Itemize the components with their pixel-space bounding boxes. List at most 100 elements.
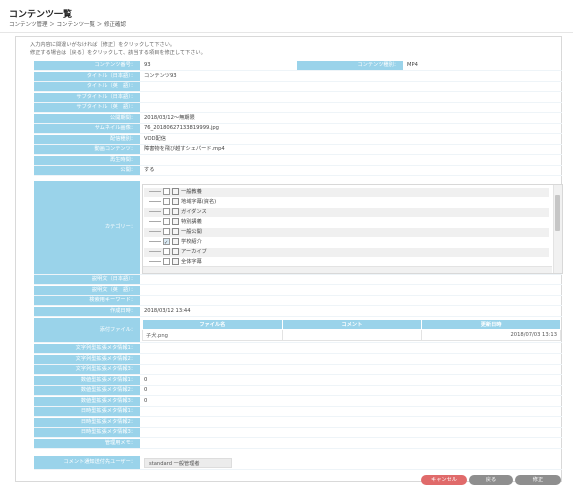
label-num-meta1: 数値型拡張メタ情報1： [34,375,140,385]
row-desc-en: 説明文（英 語）： [34,285,562,296]
attachments-table: ファイル名 コメント 更新日時 子犬.png 2018/07/03 13:13 [142,319,561,341]
row-play-time: 再生時間： [34,155,562,166]
cell-comment [281,329,423,341]
folder-icon [172,188,179,195]
value-num-meta2: 0 [144,387,148,393]
label-num-meta2: 数値型拡張メタ情報2： [34,386,140,396]
scrollbar-thumb[interactable] [555,195,560,231]
label-date-meta3: 日時型拡張メタ情報3： [34,428,140,438]
label-date-meta1: 日時型拡張メタ情報1： [34,407,140,417]
label-content-type: コンテンツ種別： [297,61,403,71]
value-video: 障害物を飛び越すシェパード.mp4 [144,146,225,152]
label-str-meta2: 文字列型拡張メタ情報2： [34,354,140,364]
checkbox[interactable] [163,208,170,215]
row-thumbnail: サムネイル画像： 76_20180627133819999.jpg [34,124,562,135]
label-video: 動画コンテンツ： [34,145,140,155]
row-content-number: コンテンツ番号： 93 コンテンツ種別： MP4 [34,61,562,72]
col-filename: ファイル名 [142,319,283,330]
table-header-row: ファイル名 コメント 更新日時 [142,319,561,330]
value-num-meta1: 0 [144,376,148,383]
row-publish: 公開： する [34,166,562,177]
cancel-button[interactable]: キャンセル [421,475,467,485]
value-period: 2018/03/12～無期限 [144,114,195,121]
label-str-meta3: 文字列型拡張メタ情報3： [34,365,140,375]
folder-icon [172,258,179,265]
instruction-line-1: 入力内容に間違いがなければ［修正］をクリックして下さい。 [30,42,176,48]
row-str-meta1: 文字列型拡張メタ情報1： [34,344,562,355]
label-title-en: タイトル（英 語）： [34,82,140,92]
folder-icon [172,208,179,215]
page-title: コンテンツ一覧 [9,10,73,20]
col-updated: 更新日時 [421,319,561,330]
comment-user-chip: standard 一般管理者 [144,458,232,468]
checkbox-checked[interactable]: ✓ [163,238,170,246]
row-admin-memo: 管理用メモ： [34,438,562,449]
breadcrumb: コンテンツ管理 ＞ コンテンツ一覧 ＞ 修正確認 [9,22,126,28]
checkbox[interactable] [163,228,170,235]
value-delivery: VOD配信 [144,135,166,142]
folder-icon [172,198,179,205]
checkbox[interactable] [163,258,170,265]
row-subtitle-ja: サブタイトル（日本語）： [34,92,562,103]
row-subtitle-en: サブタイトル（英 語）： [34,103,562,114]
row-date-meta2: 日時型拡張メタ情報2： [34,417,562,428]
row-num-meta1: 数値型拡張メタ情報1： 0 [34,375,562,386]
row-title-en: タイトル（英 語）： [34,82,562,93]
row-desc-ja: 説明文（日本語）： [34,275,562,286]
value-num-meta3: 0 [144,397,148,404]
edit-button[interactable]: 修正 [515,475,561,485]
label-publish: 公開： [34,166,140,176]
value-content-number: 93 [144,62,151,68]
label-play-time: 再生時間： [34,155,140,165]
row-num-meta2: 数値型拡張メタ情報2： 0 [34,386,562,397]
row-date-meta1: 日時型拡張メタ情報1： [34,407,562,418]
back-button[interactable]: 戻る [469,475,513,485]
category-item[interactable]: 地域字幕(資名) [149,198,216,207]
vertical-scrollbar[interactable] [553,185,562,273]
category-item[interactable]: 一般教養 [149,188,202,197]
label-admin-memo: 管理用メモ： [34,438,140,448]
label-str-meta1: 文字列型拡張メタ情報1： [34,344,140,354]
category-tree[interactable]: 一般教養 地域字幕(資名) ガイダンス 特別講義 一般公開 ✓ 学校紹介 アーカイ… [142,184,563,274]
row-comment-users: コメント通知送付先ユーザー： [34,456,562,470]
row-video: 動画コンテンツ： 障害物を飛び越すシェパード.mp4 [34,145,562,156]
label-content-number: コンテンツ番号： [34,61,140,71]
category-item[interactable]: 一般公開 [149,228,202,237]
row-title-ja: タイトル（日本語）： コンテンツ93 [34,71,562,82]
col-comment: コメント [281,319,423,330]
checkbox[interactable] [163,198,170,205]
page-header: コンテンツ一覧 コンテンツ管理 ＞ コンテンツ一覧 ＞ 修正確認 [0,0,573,33]
folder-icon [172,248,179,255]
label-delivery: 配信種別： [34,134,140,144]
value-content-type: MP4 [407,62,418,68]
label-desc-ja: 説明文（日本語）： [34,275,140,285]
checkbox[interactable] [163,188,170,195]
row-period: 公開期間： 2018/03/12～無期限 [34,113,562,124]
value-thumbnail: 76_20180627133819999.jpg [144,125,219,131]
category-item[interactable]: 特別講義 [149,218,202,227]
checkbox[interactable] [163,218,170,225]
row-num-meta3: 数値型拡張メタ情報3： 0 [34,396,562,407]
category-item[interactable]: ガイダンス [149,208,207,217]
category-item[interactable]: アーカイブ [149,248,207,257]
row-delivery: 配信種別： VOD配信 [34,134,562,145]
label-subtitle-ja: サブタイトル（日本語）： [34,92,140,102]
instruction-line-2: 修正する場合は［戻る］をクリックして、該当する項目を修正して下さい。 [30,50,206,56]
label-created: 作成日時： [34,306,140,316]
value-title-ja: コンテンツ93 [144,72,177,79]
cell-filename[interactable]: 子犬.png [142,329,283,341]
horizontal-scrollbar[interactable] [143,266,552,273]
label-num-meta3: 数値型拡張メタ情報3： [34,396,140,406]
category-item[interactable]: ✓ 学校紹介 [149,238,202,247]
instructions: 入力内容に間違いがなければ［修正］をクリックして下さい。 修正する場合は［戻る］… [30,41,206,57]
label-keywords: 検索用キーワード： [34,296,140,306]
folder-icon [172,228,179,235]
label-comment-users: コメント通知送付先ユーザー： [34,456,140,469]
label-category: カテゴリー： [34,181,140,274]
row-str-meta3: 文字列型拡張メタ情報3： [34,365,562,376]
label-title-ja: タイトル（日本語）： [34,71,140,81]
checkbox[interactable] [163,248,170,255]
label-subtitle-en: サブタイトル（英 語）： [34,103,140,113]
label-date-meta2: 日時型拡張メタ情報2： [34,417,140,427]
row-date-meta3: 日時型拡張メタ情報3： [34,428,562,439]
